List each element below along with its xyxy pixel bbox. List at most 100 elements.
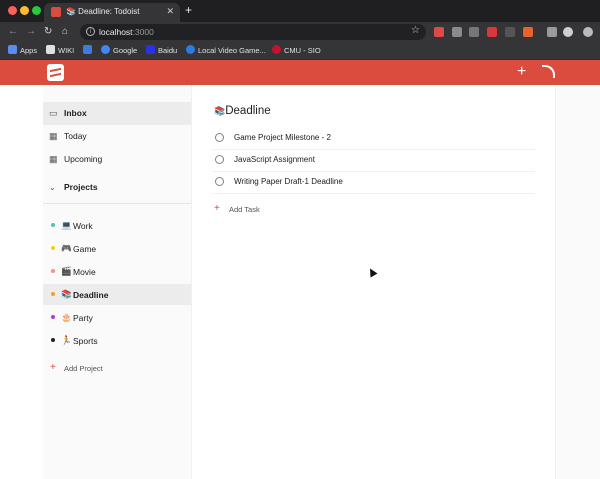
app-header: + [0, 60, 600, 85]
project-label: Deadline [73, 290, 109, 300]
divider [43, 203, 191, 204]
main-panel: 📚Deadline Game Project Milestone - 2 Jav… [191, 85, 556, 479]
extension-icon[interactable] [505, 27, 515, 37]
projects-toggle[interactable]: ⌄ Projects [43, 176, 191, 199]
browser-tab[interactable]: 📚 Deadline: Todoist ✕ [44, 3, 180, 22]
site-info-icon[interactable]: i [86, 27, 95, 36]
clapperboard-icon: 🎬 [61, 266, 72, 276]
bookmark-baidu[interactable]: Baidu [146, 45, 177, 55]
todoist-logo-icon[interactable] [47, 64, 64, 81]
projects-header: Projects [64, 182, 98, 192]
add-project-button[interactable]: + Add Project [43, 361, 191, 377]
project-label: Game [73, 244, 97, 254]
gamepad-icon: 🎮 [61, 243, 72, 253]
books-icon: 📚 [61, 289, 72, 299]
project-color-dot [51, 292, 55, 296]
task-checkbox[interactable] [215, 133, 224, 142]
tab-strip: 📚 Deadline: Todoist ✕ + [0, 0, 600, 22]
url-text: localhost:3000 [99, 27, 154, 37]
project-item-party[interactable]: 🎂 Party [43, 307, 191, 328]
project-label: Work [73, 221, 93, 231]
cmu-icon [272, 45, 281, 54]
sidebar-item-today[interactable]: ▦ Today [43, 125, 191, 148]
runner-icon: 🏃 [61, 335, 72, 345]
project-item-deadline[interactable]: 📚 Deadline [43, 284, 191, 305]
reload-icon[interactable]: ↻ [44, 25, 52, 39]
task-content[interactable]: Writing Paper Draft-1 Deadline [234, 177, 343, 186]
profile-avatar[interactable] [563, 27, 573, 37]
project-item-sports[interactable]: 🏃 Sports [43, 330, 191, 351]
tab-title: 📚 Deadline: Todoist [66, 7, 140, 16]
browser-toolbar: ← → ↻ ⌂ i localhost:3000 ☆ [0, 22, 600, 42]
google-icon [101, 45, 110, 54]
project-color-dot [51, 338, 55, 342]
bookmark-google[interactable]: Google [101, 45, 137, 55]
baidu-icon [146, 45, 155, 54]
bookmarks-bar: Apps WIKI Google Baidu Local Video Game.… [0, 42, 600, 60]
books-icon: 📚 [214, 106, 226, 116]
cake-icon: 🎂 [61, 312, 72, 322]
apps-grid-icon [8, 45, 17, 54]
right-gutter [557, 85, 600, 479]
plus-icon: + [50, 362, 56, 373]
task-content[interactable]: JavaScript Assignment [234, 155, 315, 164]
task-item[interactable]: Game Project Milestone - 2 [213, 128, 535, 150]
forward-arrow-icon[interactable]: → [26, 25, 36, 39]
bookmark-folder[interactable] [83, 45, 95, 55]
laptop-icon: 💻 [61, 220, 72, 230]
project-item-work[interactable]: 💻 Work [43, 215, 191, 236]
bookmark-local-video-game[interactable]: Local Video Game... [186, 45, 266, 55]
page-title: 📚Deadline [214, 105, 271, 117]
browser-window: 📚 Deadline: Todoist ✕ + ← → ↻ ⌂ i localh… [0, 0, 600, 479]
extension-icon[interactable] [487, 27, 497, 37]
task-checkbox[interactable] [215, 177, 224, 186]
extension-icon[interactable] [452, 27, 462, 37]
project-item-movie[interactable]: 🎬 Movie [43, 261, 191, 282]
minimize-window-button[interactable] [20, 6, 29, 15]
maximize-window-button[interactable] [32, 6, 41, 15]
address-bar[interactable]: i localhost:3000 ☆ [80, 24, 426, 40]
project-color-dot [51, 246, 55, 250]
sidebar: ▭ Inbox ▦ Today ▦ Upcoming ⌄ Projects 💻 … [43, 85, 191, 479]
project-item-game[interactable]: 🎮 Game [43, 238, 191, 259]
karma-icon[interactable] [542, 65, 555, 78]
folder-icon [83, 45, 92, 54]
bookmark-cmu-sio[interactable]: CMU - SIO [272, 45, 321, 55]
todoist-favicon-icon [51, 7, 61, 17]
back-arrow-icon[interactable]: ← [8, 25, 18, 39]
globe-icon [186, 45, 195, 54]
wiki-icon [46, 45, 55, 54]
sidebar-item-upcoming[interactable]: ▦ Upcoming [43, 148, 191, 171]
task-checkbox[interactable] [215, 155, 224, 164]
inbox-icon: ▭ [49, 108, 58, 118]
home-icon[interactable]: ⌂ [62, 25, 68, 39]
add-project-label: Add Project [64, 364, 103, 373]
extension-icon[interactable] [469, 27, 479, 37]
calendar-today-icon: ▦ [49, 131, 58, 141]
extension-menu-icon[interactable] [547, 27, 557, 37]
browser-menu-icon[interactable] [583, 27, 593, 37]
close-window-button[interactable] [8, 6, 17, 15]
bookmark-wiki[interactable]: WIKI [46, 45, 74, 55]
project-label: Party [73, 313, 93, 323]
project-color-dot [51, 223, 55, 227]
project-label: Movie [73, 267, 96, 277]
extension-icon[interactable] [434, 27, 444, 37]
extension-icon[interactable] [523, 27, 533, 37]
sidebar-item-label: Upcoming [64, 154, 103, 164]
chevron-down-icon: ⌄ [49, 183, 56, 192]
add-task-label: Add Task [229, 205, 260, 214]
add-task-button[interactable]: + Add Task [213, 202, 333, 218]
calendar-upcoming-icon: ▦ [49, 154, 58, 164]
sidebar-item-inbox[interactable]: ▭ Inbox [43, 102, 191, 125]
bookmark-apps[interactable]: Apps [8, 45, 37, 55]
quick-add-button[interactable]: + [517, 62, 526, 82]
task-item[interactable]: Writing Paper Draft-1 Deadline [213, 172, 535, 194]
sidebar-item-label: Today [64, 131, 87, 141]
close-tab-icon[interactable]: ✕ [166, 6, 174, 17]
bookmark-star-icon[interactable]: ☆ [411, 25, 420, 36]
project-color-dot [51, 315, 55, 319]
task-item[interactable]: JavaScript Assignment [213, 150, 535, 172]
task-content[interactable]: Game Project Milestone - 2 [234, 133, 331, 142]
new-tab-button[interactable]: + [185, 3, 192, 17]
